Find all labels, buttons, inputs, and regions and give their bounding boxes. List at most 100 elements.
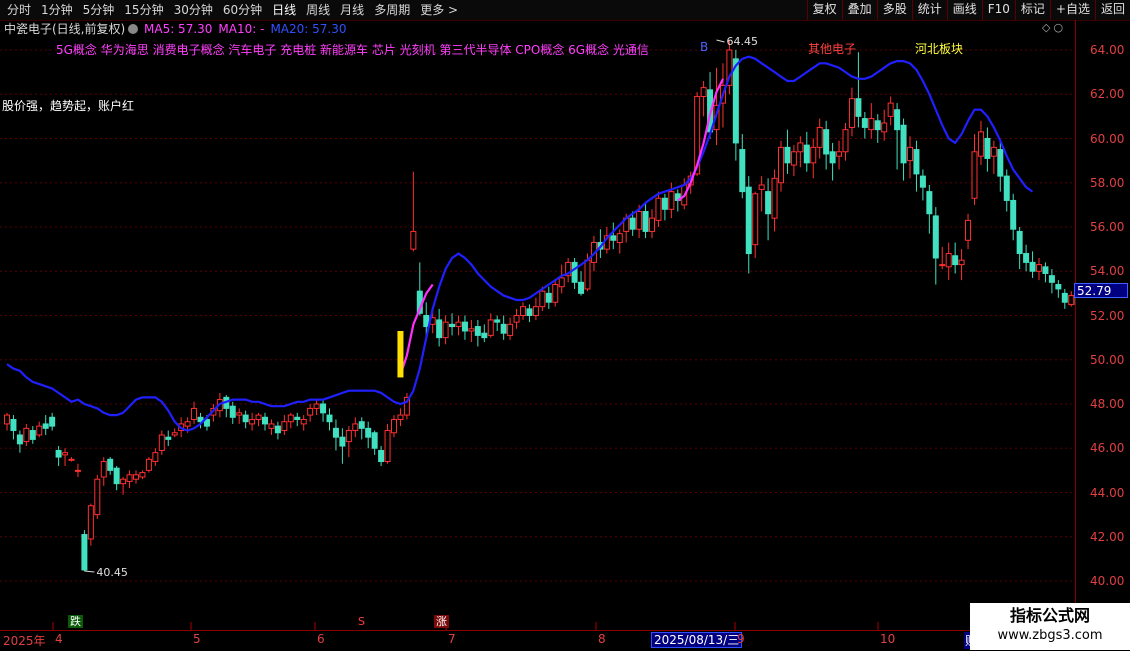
rise-marker: 涨 bbox=[434, 615, 449, 628]
candle-body bbox=[36, 425, 43, 436]
low-pointer bbox=[84, 570, 95, 573]
toolbar-button-0[interactable]: 复权 bbox=[806, 0, 842, 20]
candle-body bbox=[320, 403, 327, 414]
candle bbox=[49, 412, 56, 431]
diamond-icon[interactable]: ◇ bbox=[1042, 21, 1053, 34]
period-tab-7[interactable]: 周线 bbox=[301, 2, 335, 18]
candle-body bbox=[1023, 253, 1030, 263]
candle bbox=[790, 145, 797, 177]
candle-body bbox=[10, 418, 17, 432]
sector-hebei-label: 河北板块 bbox=[915, 42, 964, 56]
candle bbox=[855, 52, 862, 128]
candle-body bbox=[545, 292, 552, 303]
candle-body bbox=[642, 211, 649, 232]
period-tab-0[interactable]: 分时 bbox=[2, 2, 36, 18]
candle bbox=[191, 401, 198, 424]
candle-body bbox=[616, 233, 623, 243]
period-tab-1[interactable]: 1分钟 bbox=[36, 2, 78, 18]
candle-body bbox=[397, 414, 404, 420]
candle bbox=[152, 448, 159, 466]
ma-legend: MA5: 57.30 MA10: - MA20: 57.30 bbox=[128, 20, 347, 38]
ma5-value: MA5: 57.30 bbox=[144, 22, 213, 36]
candle-body bbox=[552, 284, 559, 303]
toolbar-button-1[interactable]: 叠加 bbox=[841, 0, 877, 20]
candle bbox=[881, 109, 888, 141]
chart-title-bar: 中瓷电子(日线,前复权) MA5: 57.30 MA10: - MA20: 57… bbox=[0, 20, 1075, 38]
candle bbox=[797, 136, 804, 168]
candle bbox=[55, 446, 62, 466]
candle bbox=[739, 134, 746, 199]
candle-body bbox=[487, 319, 494, 336]
candle-body bbox=[326, 414, 333, 423]
candle bbox=[926, 184, 933, 234]
candle bbox=[507, 317, 514, 340]
candle bbox=[397, 408, 404, 427]
candle-body bbox=[29, 430, 36, 440]
candle bbox=[984, 127, 991, 172]
month-label: 7 bbox=[448, 632, 456, 646]
period-tab-10[interactable]: 更多 > bbox=[415, 2, 463, 18]
candle-body bbox=[526, 308, 533, 316]
panel-controls[interactable]: ◇○ bbox=[1042, 21, 1066, 34]
candle bbox=[1042, 262, 1049, 283]
toolbar-button-4[interactable]: 画线 bbox=[946, 0, 982, 20]
toolbar-button-6[interactable]: 标记 bbox=[1014, 0, 1050, 20]
candle bbox=[442, 315, 449, 345]
candle-body bbox=[532, 306, 539, 316]
period-tab-5[interactable]: 60分钟 bbox=[218, 2, 267, 18]
toolbar-button-3[interactable]: 统计 bbox=[911, 0, 947, 20]
candle-body bbox=[539, 290, 546, 308]
candle-body bbox=[100, 461, 107, 478]
candle-body bbox=[971, 151, 978, 199]
price-tick: 40.00 bbox=[1090, 574, 1125, 588]
candle bbox=[932, 207, 939, 285]
candle-body bbox=[423, 315, 430, 328]
buy-marker: B bbox=[700, 40, 709, 54]
candle-body bbox=[855, 98, 862, 117]
sell-marker: S bbox=[358, 615, 365, 628]
toolbar-button-5[interactable]: F10 bbox=[981, 0, 1015, 20]
candle bbox=[139, 470, 146, 480]
candle-body bbox=[1042, 266, 1049, 274]
candle bbox=[223, 395, 230, 418]
period-tab-9[interactable]: 多周期 bbox=[369, 2, 415, 18]
circle-icon[interactable]: ○ bbox=[1053, 21, 1066, 34]
candle-body bbox=[881, 122, 888, 133]
period-tab-8[interactable]: 月线 bbox=[335, 2, 369, 18]
candle-body bbox=[752, 193, 759, 246]
ma20-value: MA20: 57.30 bbox=[270, 22, 347, 36]
candle bbox=[578, 271, 585, 296]
candle bbox=[294, 412, 301, 427]
candle bbox=[242, 410, 249, 429]
candle-body bbox=[74, 469, 81, 472]
sector-other-label: 其他电子 bbox=[808, 42, 857, 56]
candle bbox=[384, 423, 391, 464]
candle bbox=[803, 131, 810, 172]
candle bbox=[1055, 280, 1062, 298]
period-tab-6[interactable]: 日线 bbox=[267, 2, 301, 18]
candle bbox=[133, 470, 139, 484]
ma20-line bbox=[6, 55, 1034, 432]
candle-body bbox=[1061, 292, 1068, 303]
toolbar-button-8[interactable]: 返回 bbox=[1094, 0, 1130, 20]
settings-circle-icon[interactable] bbox=[128, 24, 138, 34]
candle bbox=[378, 446, 385, 466]
candle-body bbox=[255, 414, 262, 420]
candle bbox=[10, 415, 17, 440]
period-tab-3[interactable]: 15分钟 bbox=[119, 2, 168, 18]
candle bbox=[784, 129, 791, 174]
candle-body bbox=[171, 432, 178, 436]
toolbar-button-7[interactable]: +自选 bbox=[1049, 0, 1095, 20]
toolbar-button-2[interactable]: 多股 bbox=[876, 0, 912, 20]
candle-body bbox=[145, 458, 152, 471]
candle-body bbox=[661, 197, 668, 210]
candle-body bbox=[900, 124, 907, 164]
candle-body bbox=[739, 149, 746, 193]
period-tab-4[interactable]: 30分钟 bbox=[169, 2, 218, 18]
candle bbox=[487, 313, 494, 338]
kline-chart[interactable]: 64.4540.45 bbox=[0, 0, 1075, 630]
candle bbox=[558, 264, 565, 294]
period-tab-2[interactable]: 5分钟 bbox=[78, 2, 120, 18]
candle bbox=[571, 257, 578, 289]
candle bbox=[971, 134, 978, 205]
